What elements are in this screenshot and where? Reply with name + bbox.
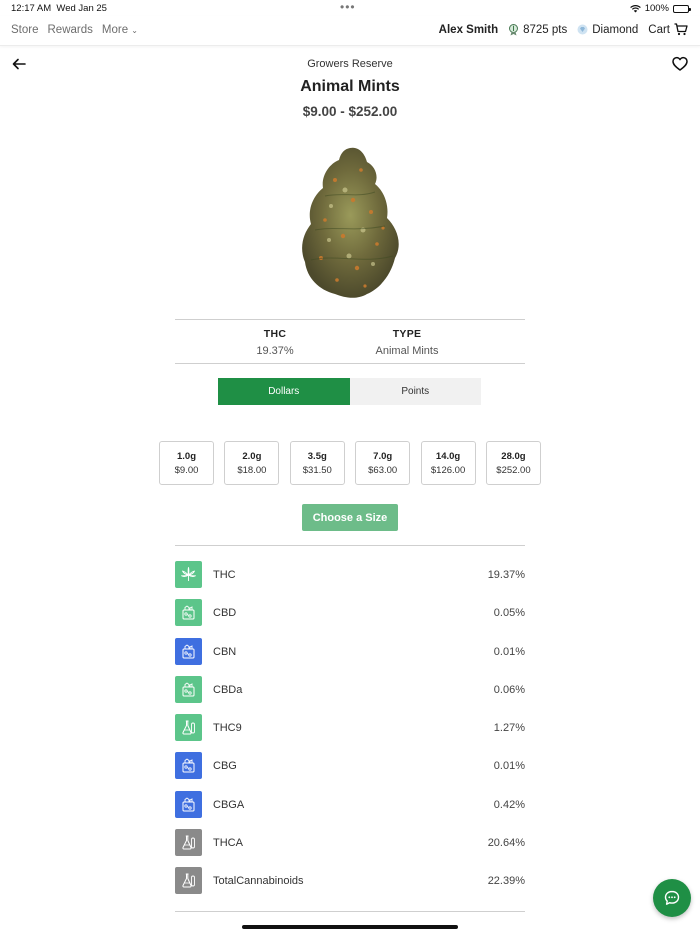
cannabinoid-row: CBG 0.01% (175, 752, 525, 790)
size-price: $126.00 (430, 465, 466, 476)
cannabinoid-value: 0.01% (493, 760, 525, 773)
size-option[interactable]: 14.0g $126.00 (420, 441, 476, 485)
cannabinoid-row: THC9 1.27% (175, 714, 525, 752)
status-bar: 12:17 AM Wed Jan 25 ••• 100% (0, 0, 700, 16)
chevron-down-icon: ⌄ (131, 26, 138, 35)
type-label: TYPE (392, 328, 422, 340)
size-weight: 14.0g (435, 451, 461, 462)
chat-button[interactable] (653, 879, 691, 917)
toggle-dollars[interactable]: Dollars (218, 378, 350, 405)
cannabinoid-name: THCA (213, 837, 243, 850)
size-weight: 2.0g (242, 451, 262, 462)
thc-value: 19.37% (256, 345, 294, 357)
size-weight: 7.0g (373, 451, 393, 462)
tier-badge[interactable]: Diamond (577, 24, 638, 36)
wifi-icon (629, 4, 641, 12)
cannabinoid-name: CBGA (213, 798, 245, 811)
nav-rewards[interactable]: Rewards (48, 24, 93, 36)
user-name[interactable]: Alex Smith (439, 24, 498, 36)
cannabinoid-value: 22.39% (487, 875, 525, 888)
cannabinoid-row: CBDa 0.06% (175, 675, 525, 714)
brand-name: Growers Reserve (307, 58, 393, 70)
size-weight: 1.0g (176, 451, 196, 462)
toggle-points[interactable]: Points (350, 378, 482, 405)
cannabinoid-name: THC9 (213, 722, 242, 735)
chat-bubble-icon (664, 890, 680, 905)
cannabinoid-name: CBN (213, 645, 237, 658)
thc-label: THC (263, 328, 287, 340)
cart-icon (674, 23, 688, 36)
cannabinoid-value: 20.64% (487, 837, 525, 850)
type-value: Animal Mints (375, 345, 439, 357)
multitasking-dots-icon[interactable]: ••• (340, 0, 356, 14)
size-price: $18.00 (237, 465, 267, 476)
cannabinoid-value: 0.42% (493, 798, 525, 811)
rewards-badge-icon (509, 23, 519, 35)
size-price: $31.50 (302, 465, 332, 476)
home-indicator[interactable] (242, 925, 458, 929)
size-option[interactable]: 1.0g $9.00 (159, 441, 214, 485)
size-option[interactable]: 2.0g $18.00 (224, 441, 280, 485)
cannabinoid-name: CBDa (213, 683, 243, 696)
size-option[interactable]: 3.5g $31.50 (289, 441, 345, 485)
cannabinoid-name: CBD (213, 607, 237, 620)
cannabinoid-row: CBN 0.01% (175, 637, 525, 676)
cannabinoid-row: THC 19.37% (175, 561, 525, 599)
top-nav: Store Rewards More ⌄ Alex Smith 8725 pts… (0, 16, 700, 46)
cannabinoid-name: THC (213, 569, 236, 581)
cart-button[interactable]: Cart (648, 23, 688, 36)
molecule-box-icon (175, 637, 202, 665)
molecule-box-icon (175, 752, 202, 780)
size-weight: 3.5g (307, 451, 327, 462)
battery-percent: 100% (644, 3, 669, 14)
status-indicators: 100% (629, 3, 691, 14)
divider (175, 545, 525, 546)
molecule-box-icon (175, 599, 202, 627)
choose-size-button[interactable]: Choose a Size (302, 504, 398, 531)
molecule-box-icon (175, 790, 202, 818)
currency-toggle: Dollars Points (218, 378, 481, 405)
cannabinoid-row: CBGA 0.42% (175, 790, 525, 829)
product-title: Animal Mints (300, 78, 400, 95)
diamond-tier-icon (577, 24, 588, 35)
cannabinoid-list: THC 19.37% CBD 0.05% CBN 0.01% CBDa 0.06% THC9 1.… (175, 561, 525, 906)
size-option[interactable]: 7.0g $63.00 (355, 441, 411, 485)
nav-store[interactable]: Store (11, 24, 39, 36)
size-options: 1.0g $9.00 2.0g $18.00 3.5g $31.50 7.0g $63.… (159, 441, 541, 485)
cannabinoid-value: 19.37% (487, 569, 525, 581)
status-time: 12:17 AM Wed Jan 25 (11, 3, 107, 14)
molecule-box-icon (175, 675, 202, 703)
cannabinoid-row: TotalCannabinoids 22.39% (175, 867, 525, 905)
cannabinoid-value: 0.06% (493, 683, 525, 696)
cannabinoid-value: 0.01% (493, 645, 525, 658)
flask-icon (175, 829, 202, 857)
battery-icon (673, 4, 691, 13)
product-stats: THC 19.37% TYPE Animal Mints (175, 319, 525, 364)
product-image (302, 147, 399, 298)
thc-stat: THC 19.37% (235, 328, 315, 357)
size-price: $252.00 (496, 465, 531, 476)
divider (175, 911, 525, 912)
nav-more[interactable]: More ⌄ (102, 24, 138, 36)
cannabinoid-value: 1.27% (493, 722, 525, 735)
size-price: $9.00 (174, 465, 199, 476)
cannabinoid-row: CBD 0.05% (175, 599, 525, 637)
cannabinoid-name: CBG (213, 760, 237, 773)
size-weight: 28.0g (501, 451, 526, 462)
points-balance[interactable]: 8725 pts (508, 23, 567, 36)
cannabinoid-name: TotalCannabinoids (213, 875, 304, 888)
cannabinoid-row: THCA 20.64% (175, 829, 525, 867)
cannabinoid-value: 0.05% (493, 607, 525, 620)
type-stat: TYPE Animal Mints (352, 328, 462, 357)
size-price: $63.00 (368, 465, 398, 476)
cannabis-leaf-icon (175, 561, 202, 588)
flask-icon (175, 714, 202, 742)
size-option[interactable]: 28.0g $252.00 (485, 441, 541, 485)
price-range: $9.00 - $252.00 (302, 104, 398, 119)
flask-icon (175, 867, 202, 895)
